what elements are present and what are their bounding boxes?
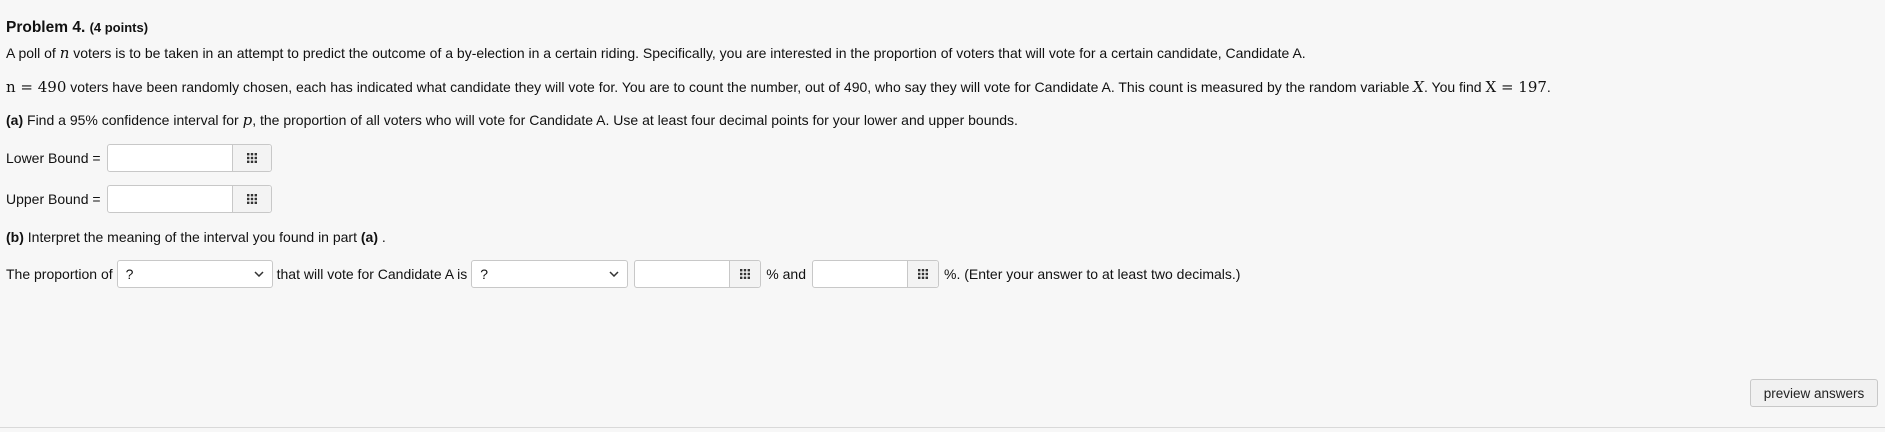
interpretation-and: % and xyxy=(766,266,806,282)
part-a-text-2: , the proportion of all voters who will … xyxy=(252,112,1018,128)
keypad-grid-icon xyxy=(246,153,257,163)
problem-title: Problem 4. (4 points) xyxy=(6,19,148,37)
percent-low-answer xyxy=(634,260,762,288)
keypad-grid-icon xyxy=(740,269,751,279)
population-select-value: ? xyxy=(125,266,134,282)
part-b-label: (b) xyxy=(6,229,24,245)
intro-text-1: A poll of xyxy=(6,45,60,61)
upper-bound-keypad-button[interactable] xyxy=(231,186,271,212)
upper-bound-label: Upper Bound = xyxy=(6,191,101,207)
math-var-n: n xyxy=(59,44,70,62)
part-a-text-1: Find a 95% confidence interval for xyxy=(23,112,243,128)
setup-text-1: voters have been randomly chosen, each h… xyxy=(66,79,1414,95)
upper-bound-row: Upper Bound = xyxy=(6,185,272,213)
interpretation-row: The proportion of ? that will vote for C… xyxy=(6,260,1240,288)
interpretation-suffix: %. (Enter your answer to at least two de… xyxy=(944,266,1241,282)
math-n-equals: n = 490 xyxy=(6,78,67,96)
interpretation-middle: that will vote for Candidate A is xyxy=(276,266,468,282)
part-b-ref: (a) xyxy=(360,229,378,245)
percent-low-input[interactable] xyxy=(635,261,730,287)
problem-points: (4 points) xyxy=(89,20,149,35)
part-b-end: . xyxy=(378,229,386,245)
lower-bound-input[interactable] xyxy=(107,145,232,171)
upper-bound-answer xyxy=(106,185,272,213)
problem-number: Problem 4. xyxy=(6,19,86,36)
math-X-equals: X = 197 xyxy=(1485,78,1547,96)
lower-bound-label: Lower Bound = xyxy=(6,150,101,166)
chevron-down-icon xyxy=(609,269,619,279)
chevron-down-icon xyxy=(254,269,264,279)
percent-low-keypad-button[interactable] xyxy=(729,261,761,287)
lower-bound-row: Lower Bound = xyxy=(6,144,272,172)
math-var-X: X xyxy=(1413,78,1424,96)
percent-high-answer xyxy=(812,260,939,288)
setup-end: . xyxy=(1546,79,1551,95)
setup-text-2: . You find xyxy=(1423,79,1486,95)
part-a-label: (a) xyxy=(6,112,24,128)
problem-page: Problem 4. (4 points) A poll of n voters… xyxy=(0,0,1885,432)
intro-paragraph: A poll of n voters is to be taken in an … xyxy=(6,44,1306,62)
intro-text-2: voters is to be taken in an attempt to p… xyxy=(69,45,1306,61)
part-a-paragraph: (a) Find a 95% confidence interval for p… xyxy=(6,111,1018,129)
lower-bound-answer xyxy=(106,144,272,172)
likelihood-select-value: ? xyxy=(480,266,489,282)
bottom-divider xyxy=(0,427,1885,428)
percent-high-keypad-button[interactable] xyxy=(907,261,938,287)
lower-bound-keypad-button[interactable] xyxy=(231,145,271,171)
setup-paragraph: n = 490 voters have been randomly chosen… xyxy=(6,78,1551,96)
likelihood-select[interactable]: ? xyxy=(471,260,629,288)
population-select[interactable]: ? xyxy=(116,260,273,288)
part-b-text: Interpret the meaning of the interval yo… xyxy=(23,229,361,245)
upper-bound-input[interactable] xyxy=(107,186,232,212)
keypad-grid-icon xyxy=(246,194,257,204)
preview-answers-button[interactable]: preview answers xyxy=(1750,379,1878,407)
keypad-grid-icon xyxy=(918,269,928,279)
math-var-p: p xyxy=(242,111,253,129)
interpretation-prefix: The proportion of xyxy=(6,266,113,282)
percent-high-input[interactable] xyxy=(813,261,907,287)
part-b-paragraph: (b) Interpret the meaning of the interva… xyxy=(6,228,386,246)
